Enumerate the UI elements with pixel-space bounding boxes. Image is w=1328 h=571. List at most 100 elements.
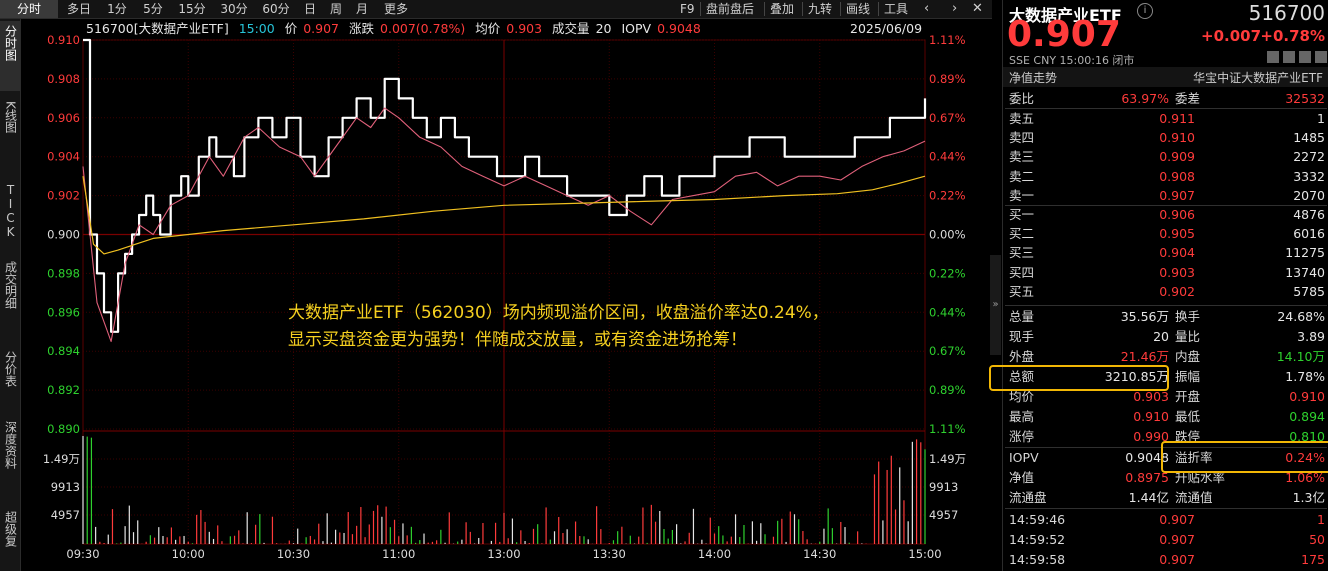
toolbar-divider xyxy=(802,2,803,16)
order-level-label: 卖五 xyxy=(1009,111,1035,126)
stat-row: 现手 20 量比 3.89 xyxy=(1009,327,1325,346)
stat-label: 开盘 xyxy=(1175,389,1201,404)
order-qty: 2070 xyxy=(1293,187,1325,203)
settings-icon[interactable] xyxy=(1299,51,1311,63)
highlight-total-amount xyxy=(989,365,1169,391)
order-qty: 2272 xyxy=(1293,149,1325,165)
tab-week[interactable]: 周 xyxy=(324,0,348,18)
nav-trend-label: 净值走势 xyxy=(1009,71,1058,85)
tab-5min[interactable]: 5分 xyxy=(136,0,170,18)
quote-panel: 大数据产业ETF i 516700 0.907 +0.007 +0.78% SS… xyxy=(989,0,1328,571)
order-level-label: 卖四 xyxy=(1009,130,1035,146)
toolbar-divider xyxy=(840,2,841,16)
vtab-price-table[interactable]: 分价表 xyxy=(0,349,20,411)
tab-day[interactable]: 日 xyxy=(298,0,322,18)
order-level-label: 买一 xyxy=(1009,207,1035,222)
menu-icon[interactable] xyxy=(1315,51,1327,63)
tool-overlay[interactable]: 叠加 xyxy=(770,0,794,18)
stat-value: 1.78% xyxy=(1285,369,1325,384)
volume-tick-label: 9913 xyxy=(51,480,80,494)
order-book-buy-row: 买一 0.906 4876 xyxy=(1009,205,1325,224)
tool-tools[interactable]: 工具 xyxy=(884,0,908,18)
intraday-chart[interactable]: 0.910 1.11% 0.908 0.89% 0.906 0.67% 0.904 0.44%… xyxy=(20,19,990,571)
tab-60min[interactable]: 60分 xyxy=(256,0,296,18)
close-icon[interactable]: ✕ xyxy=(972,0,983,18)
stat-label: 总量 xyxy=(1009,309,1035,324)
pct-tick-label: 1.11% xyxy=(929,33,966,47)
trade-price: 0.907 xyxy=(1159,512,1195,527)
order-book-buy-row: 买四 0.903 13740 xyxy=(1009,263,1325,282)
y-tick-label: 0.890 xyxy=(47,422,80,436)
stat-label: 涨停 xyxy=(1009,429,1035,444)
order-level-label: 卖三 xyxy=(1009,149,1035,165)
order-level-label: 买二 xyxy=(1009,226,1035,242)
nav-trend-bar[interactable]: 净值走势 华宝中证大数据产业ETF xyxy=(1003,67,1328,87)
x-tick-label: 09:30 xyxy=(66,547,99,561)
volume-tick-label: 1.49万 xyxy=(43,452,80,466)
vtab-super-replay[interactable]: 超级复 xyxy=(0,509,20,571)
link-icon[interactable] xyxy=(1283,51,1295,63)
prev-arrow-icon[interactable]: ‹ xyxy=(924,0,929,18)
tool-f9[interactable]: F9 xyxy=(680,0,695,18)
vtab-depth-data[interactable]: 深度资料 xyxy=(0,419,20,501)
order-book-sell-row: 卖三 0.909 2272 xyxy=(1009,147,1325,166)
stat-label: 流通盘 xyxy=(1009,490,1047,505)
annotation-line-1: 大数据产业ETF（562030）场内频现溢价区间，收盘溢价率达0.24%， xyxy=(288,303,829,323)
trade-time: 14:59:52 xyxy=(1009,532,1066,547)
tab-30min[interactable]: 30分 xyxy=(214,0,254,18)
pct-tick-label: 0.00% xyxy=(929,228,966,242)
order-price: 0.904 xyxy=(1159,245,1195,261)
diff-label: 委差 xyxy=(1175,91,1201,106)
y-tick-label: 0.910 xyxy=(47,33,80,47)
volume-tick-label-right: 4957 xyxy=(929,508,958,522)
tab-multi-day[interactable]: 多日 xyxy=(60,0,98,18)
tab-1min[interactable]: 1分 xyxy=(100,0,134,18)
x-tick-label: 10:30 xyxy=(277,547,310,561)
next-arrow-icon[interactable]: › xyxy=(952,0,957,18)
edit-icon[interactable] xyxy=(1267,51,1279,63)
order-book-sell-row: 卖五 0.911 1 xyxy=(1009,109,1325,128)
toolbar-divider xyxy=(764,2,765,16)
tracking-index: 华宝中证大数据产业ETF xyxy=(1193,71,1323,85)
order-price: 0.909 xyxy=(1159,149,1195,165)
tab-more[interactable]: 更多 xyxy=(378,0,414,18)
price-change-pct: +0.78% xyxy=(1260,27,1325,45)
tab-intraday[interactable]: 分时 xyxy=(0,0,58,18)
vtab-label: K线图 xyxy=(3,101,18,133)
collapse-panel-handle[interactable]: » xyxy=(990,255,1001,355)
vtab-tick[interactable]: TICK xyxy=(0,179,20,255)
y-tick-label: 0.898 xyxy=(47,266,80,280)
tab-month[interactable]: 月 xyxy=(350,0,374,18)
tool-draw-line[interactable]: 画线 xyxy=(846,0,870,18)
trade-price: 0.907 xyxy=(1159,532,1195,547)
pct-tick-label: 1.11% xyxy=(929,422,966,436)
stat-value: 35.56万 xyxy=(1120,309,1169,324)
highlight-premium-rate xyxy=(1161,441,1328,473)
stat-label: 换手 xyxy=(1175,309,1201,324)
stat-label: 振幅 xyxy=(1175,369,1201,384)
volume-tick-label-right: 9913 xyxy=(929,480,958,494)
vtab-trade-details[interactable]: 成交明细 xyxy=(0,259,20,341)
order-qty: 4876 xyxy=(1293,207,1325,222)
vtab-intraday-chart[interactable]: 分时图 xyxy=(0,21,20,91)
tool-pre-post-market[interactable]: 盘前盘后 xyxy=(706,0,754,18)
price-change: +0.007 xyxy=(1201,27,1262,45)
tab-15min[interactable]: 15分 xyxy=(172,0,212,18)
tool-nine-turn[interactable]: 九转 xyxy=(808,0,832,18)
order-book-buy-row: 买三 0.904 11275 xyxy=(1009,243,1325,262)
order-qty: 3332 xyxy=(1293,168,1325,184)
view-sidebar: 分时图 K线图 TICK 成交明细 分价表 深度资料 超级复 xyxy=(0,19,21,571)
divider xyxy=(1005,508,1327,509)
pct-tick-label: 0.44% xyxy=(929,150,966,164)
y-tick-label: 0.902 xyxy=(47,189,80,203)
diff-value: 32532 xyxy=(1285,91,1325,106)
trade-qty: 1 xyxy=(1317,512,1325,527)
vtab-kline-chart[interactable]: K线图 xyxy=(0,97,20,167)
stat-row: 最高 0.910 最低 0.894 xyxy=(1009,407,1325,426)
stat-value: 1.44亿 xyxy=(1128,490,1169,505)
vtab-label: 深度资料 xyxy=(3,421,18,469)
y-tick-label: 0.894 xyxy=(47,344,80,358)
info-icon[interactable]: i xyxy=(1137,3,1153,19)
order-price: 0.902 xyxy=(1159,283,1195,299)
trade-time: 14:59:58 xyxy=(1009,552,1066,567)
